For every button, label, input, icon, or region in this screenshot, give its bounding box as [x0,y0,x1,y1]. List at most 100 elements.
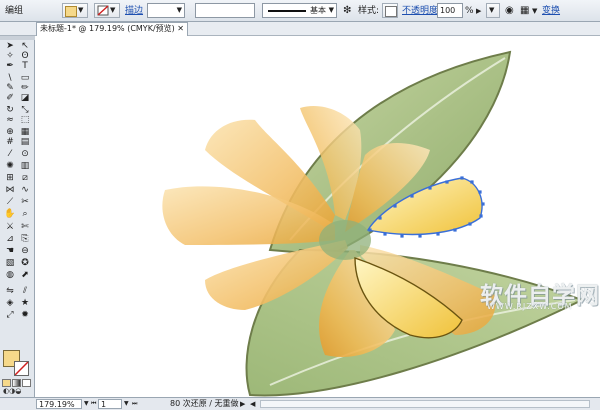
gear-icon[interactable]: ❇ [343,0,351,22]
anchor-point[interactable] [436,232,440,236]
anchor-point[interactable] [453,228,457,232]
slice-tool-icon[interactable]: ⧄ [19,173,31,184]
anchor-point[interactable] [428,186,432,190]
anchor-point[interactable] [468,222,472,226]
zoom-alt-tool-icon[interactable]: ⊖ [19,246,31,257]
opacity-value: 100 [440,6,456,15]
anchor-point[interactable] [478,190,482,194]
anchor-point[interactable] [460,176,464,180]
live-paint-tool-icon[interactable]: ◈ [4,298,16,309]
page-number: 1 [101,400,107,409]
anchor-point[interactable] [393,204,397,208]
shear-tool-icon[interactable]: ⫽ [19,286,31,297]
hand-alt-tool-icon[interactable]: ☚ [4,246,16,257]
free-transform-tool-icon[interactable]: ⬚ [19,115,31,126]
color-mode-button[interactable] [2,379,11,387]
mesh-tool-icon[interactable]: # [4,137,16,148]
opacity-link[interactable]: 不透明度: [402,0,441,22]
no-stroke-icon [97,5,109,16]
blob-brush-tool-icon[interactable]: ✐ [4,93,16,104]
hand-tool-icon[interactable]: ✋ [4,209,16,220]
brush-label: 基本 [310,6,326,15]
scissors-tool-icon[interactable]: ✂ [19,197,31,208]
stroke-weight-field[interactable]: ▼ [147,3,185,18]
reflect-tool-icon[interactable]: ⇋ [4,286,16,297]
brush-definition-field[interactable]: 基本 ▼ [262,3,337,18]
stroke-color-swatch[interactable] [14,361,29,376]
variable-width-field[interactable] [195,3,255,18]
flower-center [319,220,371,260]
opacity-field[interactable]: 100 [437,3,463,18]
flare-tool-icon[interactable]: ✹ [19,310,31,321]
transform-link[interactable]: 变换 [542,0,560,22]
stroke-swatch[interactable]: ▼ [94,3,120,18]
zoom-field[interactable]: 179.19% [36,399,82,409]
first-page-icon[interactable]: ⏮ [91,399,96,409]
anchor-point[interactable] [470,180,474,184]
document-title: 未标题-1* @ 179.19% (CMYK/预览) [40,24,175,33]
pen-tool-icon[interactable]: ✒ [4,61,16,72]
graph-alt-tool-icon[interactable]: ▧ [4,258,16,269]
none-mode-button[interactable] [22,379,31,387]
document-tab-bar: 未标题-1* @ 179.19% (CMYK/预览) ✕ [0,22,600,36]
anchor-point[interactable] [410,194,414,198]
symbol-sprayer-tool-icon[interactable]: ✺ [4,161,16,172]
document-tab[interactable]: 未标题-1* @ 179.19% (CMYK/预览) ✕ [36,22,188,36]
anchor-point[interactable] [368,228,372,232]
selection-alt-tool-icon[interactable]: ⬈ [19,270,31,281]
anchor-point[interactable] [378,216,382,220]
style-label: 样式: [358,6,380,16]
zoom-dropdown-icon[interactable]: ▼ [84,399,89,409]
artboard-canvas[interactable]: 软件自学网 WWW.RJZXW.COM [35,36,600,397]
page-dropdown-icon[interactable]: ▼ [124,399,129,409]
paintbucket-tool-icon[interactable]: ◍ [4,270,16,281]
warp-tool-icon[interactable]: ≈ [4,115,16,126]
zoom-tool-icon[interactable]: ⌕ [19,209,31,220]
knife-alt-tool-icon[interactable]: ⚔ [4,222,16,233]
gradient-mode-button[interactable] [12,379,21,387]
blend-tool-icon[interactable]: ⊙ [19,149,31,160]
control-bar: 编组 ▼ ▼ 描边 ▼ 基本 ▼ ❇ 样式: 不透明度: 100 % ▶ ▼ ◉… [0,0,600,22]
anchor-point[interactable] [400,234,404,238]
scale-alt-tool-icon[interactable]: ⤢ [4,310,16,321]
chevron-right-icon[interactable]: ▶ [476,0,481,22]
scissors-alt-tool-icon[interactable]: ✄ [19,222,31,233]
recolor-dropdown[interactable]: ▼ [486,3,500,18]
eraser-tool-icon[interactable]: ◪ [19,93,31,104]
anchor-point[interactable] [383,232,387,236]
page-field[interactable]: 1 [98,399,122,409]
chevron-down-icon[interactable]: ▼ [532,0,537,22]
last-page-icon[interactable]: ⏭ [132,399,137,409]
column-graph-tool-icon[interactable]: ▥ [19,161,31,172]
close-tab-icon[interactable]: ✕ [177,23,184,35]
flower-artwork [162,50,585,397]
scroll-left-icon[interactable]: ◀ [250,399,255,409]
anchor-point[interactable] [445,180,449,184]
artboard-tool-icon[interactable]: ⊞ [4,173,16,184]
align-icon[interactable]: ▦ [520,0,529,22]
anchor-point[interactable] [418,234,422,238]
zoom-value: 179.19% [39,400,75,409]
gradient-tool-icon[interactable]: ▤ [19,137,31,148]
watermark-url: WWW.RJZXW.COM [487,302,573,311]
status-menu-icon[interactable]: ▶ [240,399,245,409]
horizontal-scrollbar[interactable] [260,400,590,408]
stroke-link[interactable]: 描边 [125,0,143,22]
measure-tool-icon[interactable]: ⊿ [4,234,16,245]
curve-tool-icon[interactable]: ∿ [19,185,31,196]
type-tool-icon[interactable]: T [19,61,31,72]
width-tool-icon[interactable]: ⋈ [4,185,16,196]
style-picker[interactable] [382,3,398,18]
draw-mode-icons[interactable]: ◐◑◒ [3,388,31,395]
anchor-point[interactable] [479,214,483,218]
panel-grip[interactable] [0,36,35,40]
anchor-point[interactable] [481,202,485,206]
symbol-alt-tool-icon[interactable]: ✪ [19,258,31,269]
eyedropper-tool-icon[interactable]: ⁄ [4,149,16,160]
recolor-artwork-icon[interactable]: ◉ [505,0,514,22]
star-tool-icon[interactable]: ★ [19,298,31,309]
fill-swatch[interactable]: ▼ [62,3,88,18]
print-tiling-tool-icon[interactable]: ⎘ [19,234,31,245]
knife-tool-icon[interactable]: ⟋ [4,197,16,208]
group-label: 编组 [5,6,24,16]
